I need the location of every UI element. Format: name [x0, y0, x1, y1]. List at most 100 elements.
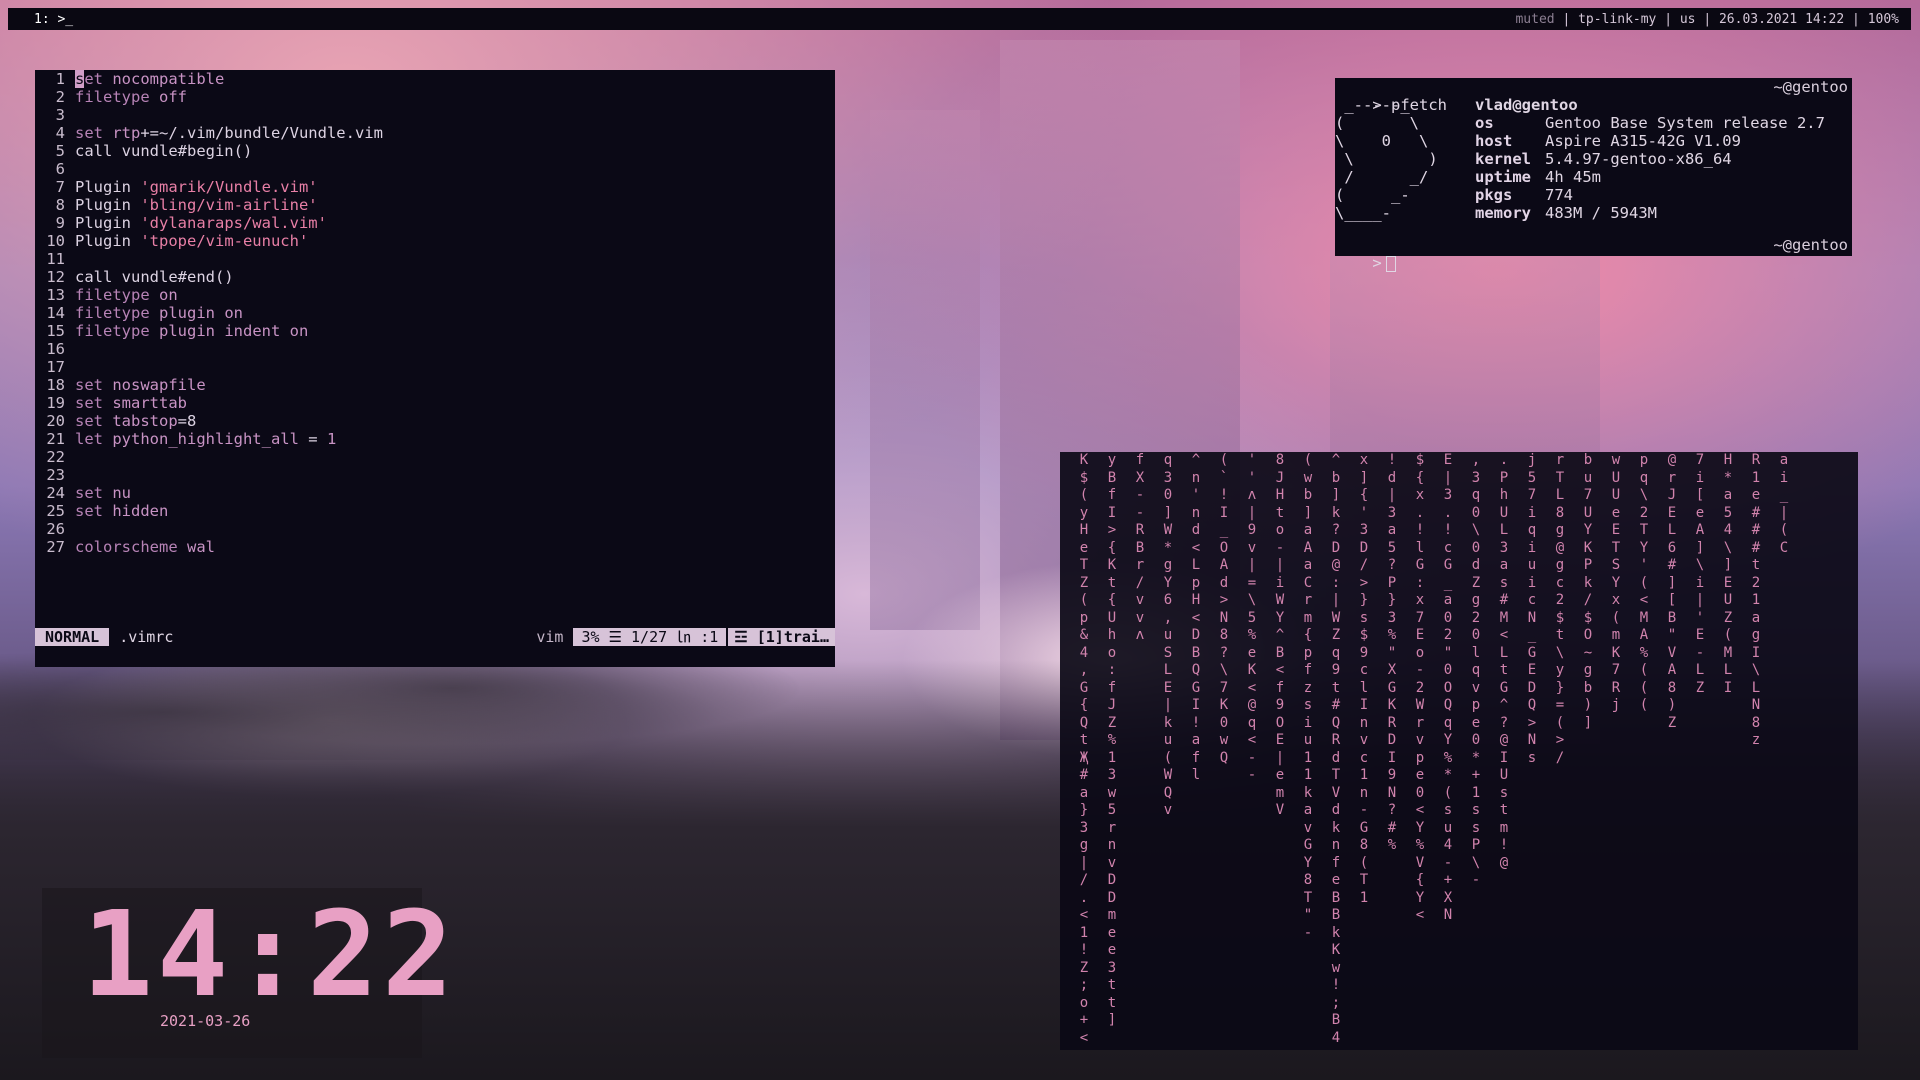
code-token: nocompatible: [112, 70, 225, 88]
vim-line[interactable]: 26: [35, 520, 835, 538]
line-number: 3: [55, 106, 65, 124]
line-number: 24: [46, 484, 65, 502]
vim-line[interactable]: 19 set smarttab: [35, 394, 835, 412]
matrix-column: H * a 5 4 \ ] E U Z ( M L I: [1723, 452, 1733, 696]
line-number: 22: [46, 448, 65, 466]
code-token: =: [298, 430, 327, 448]
vim-line[interactable]: 23: [35, 466, 835, 484]
vim-line[interactable]: 24 set nu: [35, 484, 835, 502]
vim-line[interactable]: 3: [35, 106, 835, 124]
matrix-column: E | 3 . ! c G ̲ a 0 2 " 0 O Q q Y % * ( …: [1443, 452, 1453, 923]
cmatrix-terminal-window[interactable]: K $ ( y H e T Z ( p & 4 , G { Q t Җ # a …: [1060, 452, 1858, 1050]
info-key: host: [1475, 132, 1513, 150]
matrix-column: p q \ 2 T Y ' ( < M A % ( ( (: [1639, 452, 1649, 713]
vim-line[interactable]: 16: [35, 340, 835, 358]
matrix-column: j 5 7 i q i u i c N _ G E D Q > N s: [1527, 452, 1537, 766]
matrix-column: b u 7 U Y K P k / $ O ~ g b ) ]: [1583, 452, 1593, 731]
matrix-column: 8 J H t o - | i W Y ^ B < f 9 O E | e m …: [1275, 452, 1285, 818]
code-token: set: [75, 502, 113, 520]
code-token: Plugin: [75, 214, 141, 232]
matrix-column: K $ ( y H e T Z ( p & 4 , G { Q t Җ # a …: [1079, 452, 1089, 1046]
status-text: | tp-link-my | us | 26.03.2021 14:22 | 1…: [1554, 11, 1899, 27]
line-number: 25: [46, 502, 65, 520]
matrix-column: R 1 e # # # t 2 1 a g I \ L N 8 z: [1751, 452, 1761, 748]
vim-line[interactable]: 11: [35, 250, 835, 268]
vim-line[interactable]: 2 filetype off: [35, 88, 835, 106]
line-number: 16: [46, 340, 65, 358]
vim-line[interactable]: 9 Plugin 'dylanaraps/wal.vim': [35, 214, 835, 232]
gentoo-ascii-logo: _-----_ ( \ \ 0 \ \ ) / _/ ( _- \____-: [1335, 96, 1438, 222]
matrix-column: ' ' ʌ | 9 v | = \ 5 % e K < @ q < - -: [1247, 452, 1257, 783]
info-value: 4h 45m: [1545, 168, 1601, 186]
vim-line[interactable]: 8 Plugin 'bling/vim-airline': [35, 196, 835, 214]
code-token: call vundle#end(): [75, 268, 234, 286]
vim-line[interactable]: 10 Plugin 'tpope/vim-eunuch': [35, 232, 835, 250]
system-info: vlad@gentoo os Gentoo Base System release…: [1475, 96, 1825, 222]
matrix-column: @ r J E L 6 # ] [ B " V A 8 ) Z: [1667, 452, 1677, 731]
vim-line[interactable]: 4 set rtp+=~/.vim/bundle/Vundle.vim: [35, 124, 835, 142]
vim-line[interactable]: 7 Plugin 'gmarik/Vundle.vim': [35, 178, 835, 196]
pfetch-terminal-window[interactable]: > pfetch ~@gentoo _-----_ ( \ \ 0 \ \ ) …: [1335, 78, 1852, 272]
vim-cursor-position: 3% ☰ 1/27 ㏑ :1: [573, 628, 727, 646]
terminal-command-line: > pfetch ~@gentoo: [1335, 78, 1852, 114]
line-number: 4: [55, 124, 65, 142]
vim-line[interactable]: 14 filetype plugin on: [35, 304, 835, 322]
vim-line[interactable]: 17: [35, 358, 835, 376]
vim-line[interactable]: 21 let python_highlight_all = 1: [35, 430, 835, 448]
vim-terminal-window[interactable]: 1 set nocompatible 2 filetype off 3 4 set rtp+…: [35, 70, 835, 667]
clock-date: 2021-03-26: [160, 1012, 251, 1030]
code-token: 'bling/vim-airline': [140, 196, 318, 214]
code-token: nu: [112, 484, 131, 502]
vim-line[interactable]: 27 colorscheme wal: [35, 538, 835, 556]
line-number: 5: [55, 142, 65, 160]
volume-status: muted: [1515, 11, 1555, 27]
vim-filetype: vim: [536, 628, 564, 646]
code-token: et: [84, 70, 113, 88]
line-number: 13: [46, 286, 65, 304]
info-row: kernel 5.4.97-gentoo-x86_64: [1475, 150, 1825, 168]
desktop-clock-widget: 14:22 2021-03-26: [42, 888, 453, 1058]
code-token: 'gmarik/Vundle.vim': [140, 178, 318, 196]
vim-line[interactable]: 18 set noswapfile: [35, 376, 835, 394]
code-token: filetype: [75, 304, 159, 322]
vim-cursor: s: [75, 70, 85, 88]
vim-line[interactable]: 6: [35, 160, 835, 178]
top-status-bar: 1: >_ muted | tp-link-my | us | 26.03.20…: [8, 8, 1911, 30]
code-token: Plugin: [75, 232, 141, 250]
code-token: set: [75, 484, 113, 502]
vim-line[interactable]: 22: [35, 448, 835, 466]
line-number: 1: [55, 70, 65, 88]
vim-line[interactable]: 5 call vundle#begin(): [35, 142, 835, 160]
info-row: uptime 4h 45m: [1475, 168, 1825, 186]
matrix-column: 7 i [ e A ] \ i | ' E - L Z: [1695, 452, 1705, 696]
matrix-column: w U U e E T S Y x ( m K 7 R j: [1611, 452, 1621, 713]
vim-line[interactable]: 20 set tabstop=8: [35, 412, 835, 430]
matrix-column: ( ` ! I _ O A d > N 8 ? \ 7 K 0 w Q: [1219, 452, 1229, 766]
workspace-indicator[interactable]: 1: >_: [8, 12, 73, 27]
code-token: Plugin: [75, 196, 141, 214]
info-value: Gentoo Base System release 2.7: [1545, 114, 1825, 132]
vim-line[interactable]: 12 call vundle#end(): [35, 268, 835, 286]
vim-statusline: NORMAL .vimrc vim 3% ☰ 1/27 ㏑ :1 ☲ [1]tr…: [35, 628, 835, 646]
info-row: host Aspire A315-42G V1.09: [1475, 132, 1825, 150]
code-token: python_highlight_all: [112, 430, 299, 448]
vim-trailing-warning: ☲ [1]trai…: [728, 628, 835, 646]
line-number: 9: [55, 214, 65, 232]
vim-line[interactable]: 1 set nocompatible: [35, 70, 835, 88]
code-token: wal: [186, 538, 215, 556]
line-number: 27: [46, 538, 65, 556]
vim-buffer[interactable]: 1 set nocompatible 2 filetype off 3 4 set rtp+…: [35, 70, 835, 556]
code-token: tabstop: [112, 412, 178, 430]
code-token: filetype: [75, 286, 159, 304]
vim-line[interactable]: 25 set hidden: [35, 502, 835, 520]
terminal-prompt-line[interactable]: > ~@gentoo: [1335, 236, 1852, 272]
code-token: hidden: [112, 502, 169, 520]
vim-line[interactable]: 13 filetype on: [35, 286, 835, 304]
vim-line[interactable]: 15 filetype plugin indent on: [35, 322, 835, 340]
terminal-host: ~@gentoo: [1773, 236, 1848, 254]
matrix-column: ( w b ] a A a C r m { p f z s i u 1 1 k …: [1303, 452, 1313, 941]
matrix-column: . P h U L 3 a s # M < L t G ^ ? @ I U s …: [1499, 452, 1509, 871]
line-number: 20: [46, 412, 65, 430]
vim-mode: NORMAL: [35, 628, 110, 646]
code-token: on: [159, 286, 178, 304]
